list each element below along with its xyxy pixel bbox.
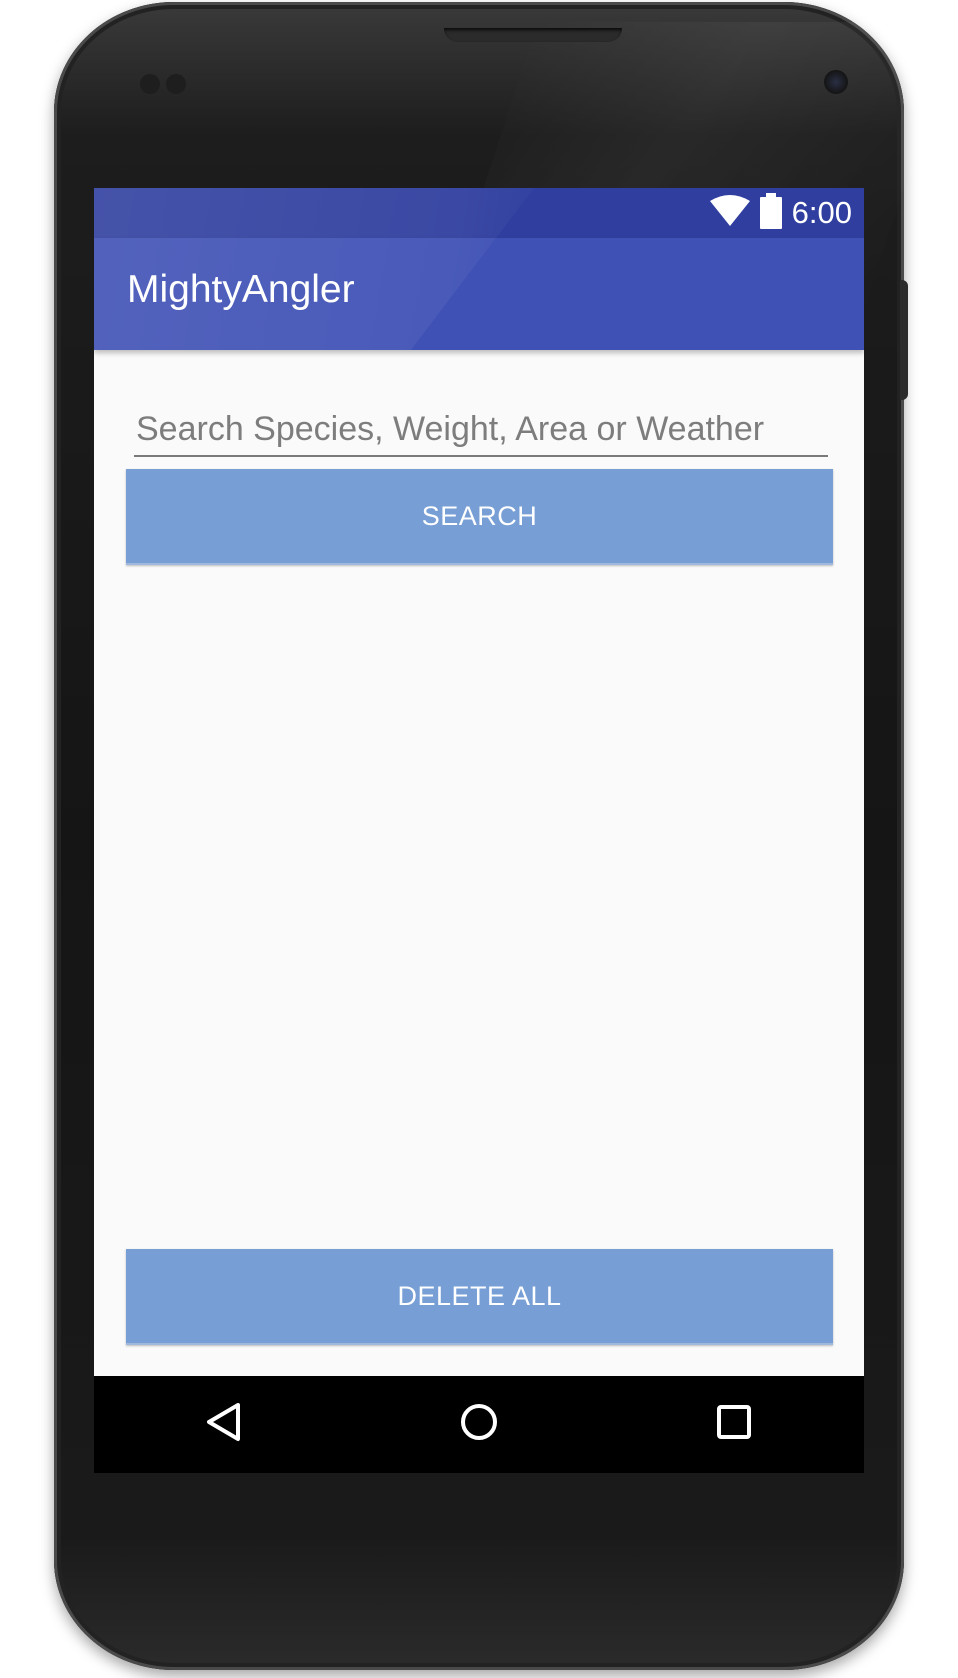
- status-bar: 6:00: [94, 188, 864, 238]
- earpiece-speaker: [444, 28, 622, 42]
- proximity-sensor: [140, 74, 160, 94]
- device-frame-canvas: 6:00 MightyAngler SEARCH DELETE ALL: [0, 0, 958, 1678]
- app-title: MightyAngler: [127, 268, 355, 311]
- power-button: [900, 280, 908, 400]
- recents-square-icon: [716, 1404, 752, 1445]
- recents-button[interactable]: [674, 1376, 794, 1473]
- delete-all-button[interactable]: DELETE ALL: [126, 1249, 833, 1345]
- search-input[interactable]: [134, 403, 828, 457]
- search-button[interactable]: SEARCH: [126, 469, 833, 565]
- navigation-bar: [94, 1376, 864, 1473]
- status-indicators: 6:00: [709, 188, 852, 238]
- home-circle-icon: [459, 1402, 499, 1447]
- back-button[interactable]: [164, 1376, 284, 1473]
- wifi-icon: [709, 194, 750, 232]
- app-bar: MightyAngler: [94, 238, 864, 350]
- home-button[interactable]: [419, 1376, 539, 1473]
- back-triangle-icon: [205, 1402, 243, 1447]
- status-time: 6:00: [791, 195, 852, 230]
- light-sensor: [166, 74, 186, 94]
- battery-icon: [759, 192, 782, 234]
- front-camera: [824, 70, 848, 94]
- app-screen: 6:00 MightyAngler SEARCH DELETE ALL: [94, 188, 864, 1473]
